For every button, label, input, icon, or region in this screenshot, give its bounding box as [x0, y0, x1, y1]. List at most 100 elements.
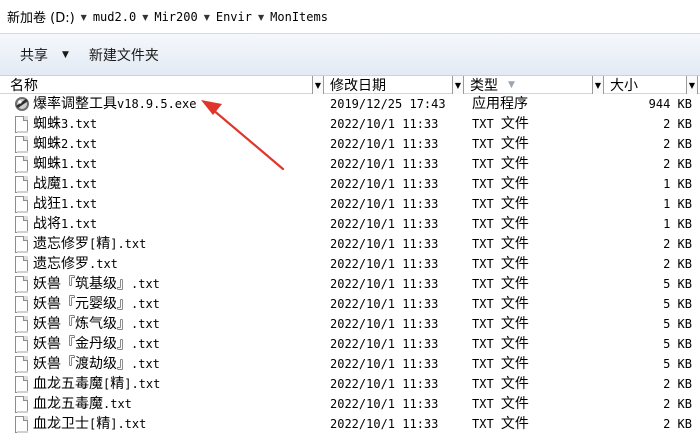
file-size: 1 KB — [663, 197, 692, 211]
file-name[interactable]: 战魔1.txt — [33, 174, 97, 194]
file-type: TXT 文件 — [472, 176, 529, 192]
text-file-icon — [14, 376, 32, 394]
column-date-label: 修改日期 — [330, 78, 386, 94]
file-modified-date: 2022/10/1 11:33 — [330, 157, 439, 171]
file-name[interactable]: 蜘蛛2.txt — [33, 134, 97, 154]
file-size: 2 KB — [663, 257, 692, 271]
file-row[interactable]: 爆率调整工具v18.9.5.exe 2019/12/25 17:43 应用程序 944… — [0, 94, 700, 114]
file-type: TXT 文件 — [472, 416, 529, 432]
file-size: 2 KB — [663, 397, 692, 411]
breadcrumb-envir[interactable]: Envir — [215, 10, 253, 24]
column-size-filter-dropdown[interactable]: ▼ — [686, 76, 698, 94]
column-name-filter-dropdown[interactable]: ▼ — [312, 76, 324, 94]
file-name[interactable]: 爆率调整工具v18.9.5.exe — [33, 94, 196, 114]
file-row[interactable]: 蜘蛛1.txt 2022/10/1 11:33 TXT 文件 2 KB — [0, 154, 700, 174]
chevron-down-icon: ▼ — [688, 80, 696, 90]
text-file-icon — [14, 116, 32, 134]
file-type: TXT 文件 — [472, 396, 529, 412]
sort-arrow-icon: ▼ — [508, 80, 515, 90]
breadcrumb-chevron-icon[interactable]: ▼ — [142, 13, 148, 22]
address-bar[interactable]: 新加卷 (D:) ▼ mud2.0 ▼ Mir200 ▼ Envir ▼ Mon… — [0, 0, 700, 34]
file-row[interactable]: 蜘蛛2.txt 2022/10/1 11:33 TXT 文件 2 KB — [0, 134, 700, 154]
file-row[interactable]: 妖兽『筑基级』.txt 2022/10/1 11:33 TXT 文件 5 KB — [0, 274, 700, 294]
breadcrumb-mir200[interactable]: Mir200 — [153, 10, 198, 24]
file-size: 5 KB — [663, 297, 692, 311]
file-row[interactable]: 妖兽『元婴级』.txt 2022/10/1 11:33 TXT 文件 5 KB — [0, 294, 700, 314]
share-button[interactable]: 共享 ▼ — [20, 45, 69, 65]
breadcrumb-chevron-icon[interactable]: ▼ — [204, 13, 210, 22]
file-name[interactable]: 血龙五毒魔.txt — [33, 394, 132, 414]
file-size: 5 KB — [663, 337, 692, 351]
file-type: TXT 文件 — [472, 336, 529, 352]
file-type: TXT 文件 — [472, 116, 529, 132]
file-type: TXT 文件 — [472, 136, 529, 152]
chevron-down-icon: ▼ — [62, 49, 69, 60]
file-row[interactable]: 战狂1.txt 2022/10/1 11:33 TXT 文件 1 KB — [0, 194, 700, 214]
column-date-filter-dropdown[interactable]: ▼ — [452, 76, 464, 94]
file-row[interactable]: 妖兽『渡劫级』.txt 2022/10/1 11:33 TXT 文件 5 KB — [0, 354, 700, 374]
file-row[interactable]: 妖兽『金丹级』.txt 2022/10/1 11:33 TXT 文件 5 KB — [0, 334, 700, 354]
file-name[interactable]: 妖兽『金丹级』.txt — [33, 334, 160, 354]
file-row[interactable]: 蜘蛛3.txt 2022/10/1 11:33 TXT 文件 2 KB — [0, 114, 700, 134]
file-name[interactable]: 战将1.txt — [33, 214, 97, 234]
file-size: 944 KB — [648, 97, 692, 111]
file-modified-date: 2022/10/1 11:33 — [330, 257, 439, 271]
file-row[interactable]: 血龙五毒魔.txt 2022/10/1 11:33 TXT 文件 2 KB — [0, 394, 700, 414]
breadcrumb: 新加卷 (D:) ▼ mud2.0 ▼ Mir200 ▼ Envir ▼ Mon… — [6, 3, 329, 31]
column-size[interactable]: 大小 — [606, 76, 686, 94]
text-file-icon — [14, 276, 32, 294]
breadcrumb-monitems[interactable]: MonItems — [269, 10, 329, 24]
text-file-icon — [14, 356, 32, 374]
breadcrumb-drive[interactable]: 新加卷 (D:) — [6, 7, 76, 26]
file-modified-date: 2022/10/1 11:33 — [330, 337, 439, 351]
file-type: TXT 文件 — [472, 156, 529, 172]
file-modified-date: 2022/10/1 11:33 — [330, 177, 439, 191]
text-file-icon — [14, 216, 32, 234]
text-file-icon — [14, 236, 32, 254]
file-modified-date: 2022/10/1 11:33 — [330, 137, 439, 151]
file-name[interactable]: 妖兽『元婴级』.txt — [33, 294, 160, 314]
file-type: TXT 文件 — [472, 256, 529, 272]
column-name[interactable]: 名称 — [6, 76, 312, 94]
file-size: 2 KB — [663, 157, 692, 171]
file-type: TXT 文件 — [472, 376, 529, 392]
text-file-icon — [14, 316, 32, 334]
breadcrumb-chevron-icon[interactable]: ▼ — [81, 13, 87, 22]
chevron-down-icon: ▼ — [454, 80, 462, 90]
column-type[interactable]: 类型 ▼ — [466, 76, 590, 94]
column-header: 名称 ▼ 修改日期 ▼ 类型 ▼ ▼ 大小 ▼ — [0, 76, 700, 94]
new-folder-button[interactable]: 新建文件夹 — [89, 45, 159, 65]
file-name[interactable]: 血龙卫士[精].txt — [33, 414, 146, 434]
file-name[interactable]: 妖兽『渡劫级』.txt — [33, 354, 160, 374]
breadcrumb-mud[interactable]: mud2.0 — [92, 10, 137, 24]
text-file-icon — [14, 196, 32, 214]
exe-icon — [14, 96, 32, 114]
new-folder-button-label: 新建文件夹 — [88, 47, 159, 64]
command-toolbar: 共享 ▼ 新建文件夹 — [0, 34, 700, 76]
column-size-label: 大小 — [610, 78, 638, 94]
file-row[interactable]: 血龙卫士[精].txt 2022/10/1 11:33 TXT 文件 2 KB — [0, 414, 700, 434]
file-type: TXT 文件 — [472, 236, 529, 252]
file-name[interactable]: 遗忘修罗.txt — [33, 254, 118, 274]
breadcrumb-chevron-icon[interactable]: ▼ — [258, 13, 264, 22]
file-row[interactable]: 血龙五毒魔[精].txt 2022/10/1 11:33 TXT 文件 2 KB — [0, 374, 700, 394]
file-name[interactable]: 战狂1.txt — [33, 194, 97, 214]
file-name[interactable]: 遗忘修罗[精].txt — [33, 234, 146, 254]
file-row[interactable]: 战将1.txt 2022/10/1 11:33 TXT 文件 1 KB — [0, 214, 700, 234]
file-name[interactable]: 妖兽『筑基级』.txt — [33, 274, 160, 294]
file-name[interactable]: 蜘蛛1.txt — [33, 154, 97, 174]
share-button-label: 共享 — [20, 47, 48, 64]
file-name[interactable]: 血龙五毒魔[精].txt — [33, 374, 160, 394]
column-name-label: 名称 — [10, 78, 38, 94]
chevron-down-icon: ▼ — [314, 80, 322, 90]
column-type-filter-dropdown[interactable]: ▼ — [592, 76, 604, 94]
file-row[interactable]: 遗忘修罗[精].txt 2022/10/1 11:33 TXT 文件 2 KB — [0, 234, 700, 254]
file-modified-date: 2022/10/1 11:33 — [330, 217, 439, 231]
file-name[interactable]: 妖兽『炼气级』.txt — [33, 314, 160, 334]
file-row[interactable]: 战魔1.txt 2022/10/1 11:33 TXT 文件 1 KB — [0, 174, 700, 194]
file-row[interactable]: 遗忘修罗.txt 2022/10/1 11:33 TXT 文件 2 KB — [0, 254, 700, 274]
column-date[interactable]: 修改日期 — [326, 76, 450, 94]
file-name[interactable]: 蜘蛛3.txt — [33, 114, 97, 134]
file-row[interactable]: 妖兽『炼气级』.txt 2022/10/1 11:33 TXT 文件 5 KB — [0, 314, 700, 334]
file-modified-date: 2022/10/1 11:33 — [330, 277, 439, 291]
